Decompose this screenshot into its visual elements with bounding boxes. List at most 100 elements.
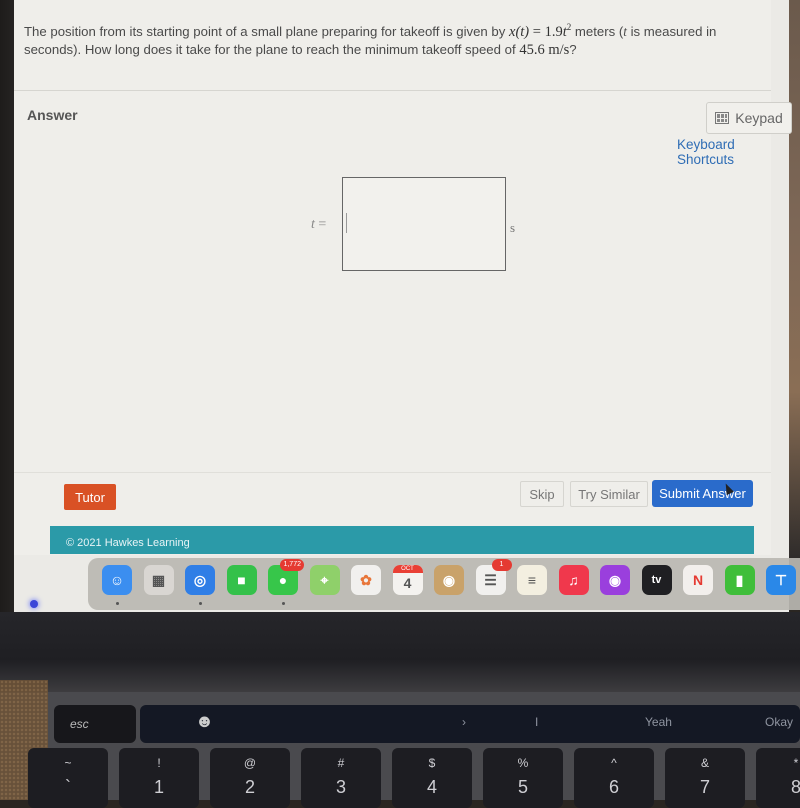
- esc-key[interactable]: esc: [54, 705, 136, 743]
- answer-equals: =: [314, 217, 327, 232]
- text-caret: [346, 213, 347, 233]
- touchbar-suggestion[interactable]: I: [535, 715, 538, 729]
- copyright-text: © 2021 Hawkes Learning: [66, 537, 190, 549]
- key-8[interactable]: * 8: [756, 748, 800, 808]
- photos-icon: ✿: [360, 571, 372, 588]
- key-shift-symbol: #: [337, 756, 345, 770]
- touchbar-suggestion[interactable]: Yeah: [645, 715, 672, 729]
- dock-item-podcasts[interactable]: ◉: [600, 565, 630, 595]
- formula-lhs: x(t): [509, 23, 530, 40]
- key-symbol: 3: [335, 777, 346, 797]
- facetime-icon: ■: [237, 572, 246, 588]
- answer-input[interactable]: [342, 177, 506, 271]
- dock-item-contacts[interactable]: ◉: [434, 565, 464, 595]
- maps-icon: ⌖: [320, 571, 329, 588]
- answer-unit: s: [510, 220, 516, 235]
- keypad-button[interactable]: Keypad: [706, 102, 792, 134]
- keypad-label: Keypad: [735, 110, 783, 126]
- key-symbol: 8: [790, 777, 800, 797]
- key-`[interactable]: ~ `: [28, 748, 108, 808]
- key-symbol: 4: [426, 777, 437, 797]
- key-2[interactable]: @2: [210, 748, 290, 808]
- answer-heading: Answer: [27, 107, 78, 123]
- notification-badge: 1: [491, 559, 512, 571]
- hawkes-question-page: The position from its starting point of …: [14, 0, 792, 555]
- answer-variable-label: t =: [311, 217, 326, 233]
- finder-icon: ☺: [109, 572, 125, 588]
- indicator-light: [30, 600, 38, 608]
- submit-answer-button[interactable]: Submit Answer: [652, 480, 753, 507]
- dock-item-reminders[interactable]: ☰ 1: [475, 559, 512, 595]
- touchbar-suggestion[interactable]: Okay: [765, 715, 793, 729]
- dock-item-maps[interactable]: ⌖: [309, 565, 340, 595]
- keyboard-shortcuts-link[interactable]: Keyboard Shortcuts: [677, 137, 771, 167]
- dock-item-messages[interactable]: ● 1,772: [268, 559, 304, 595]
- try-similar-button[interactable]: Try Similar: [570, 481, 648, 507]
- question-text-part: meters (: [571, 23, 624, 39]
- numbers-icon: ▮: [735, 571, 744, 588]
- key-symbol: 7: [699, 777, 710, 797]
- dock-item-launchpad[interactable]: ▦: [143, 565, 174, 595]
- tutor-button[interactable]: Tutor: [64, 484, 116, 510]
- formula-equals: =: [529, 23, 545, 40]
- key-shift-symbol: ^: [611, 756, 617, 770]
- notification-badge: 1,772: [280, 559, 304, 571]
- key-symbol: 2: [244, 777, 255, 797]
- launchpad-icon: ▦: [151, 571, 166, 588]
- podcasts-icon: ◉: [608, 571, 622, 588]
- emoji-icon[interactable]: ☻: [195, 711, 214, 732]
- key-shift-symbol: &: [700, 756, 709, 770]
- skip-button[interactable]: Skip: [520, 481, 564, 507]
- key-shift-symbol: !: [157, 756, 161, 770]
- question-text-part: ?: [569, 41, 577, 57]
- touch-bar[interactable]: ☻ › I Yeah Okay: [140, 705, 800, 743]
- macos-dock: ☺ ▦ ◎ ■ ● 1,772 ⌖ ✿ 4 OCT ◉ ☰ 1 ≡ ♫ ◉ tv N ▮ ⊤: [88, 558, 800, 610]
- dock-item-tv[interactable]: tv: [641, 565, 672, 595]
- key-5[interactable]: % 5: [483, 748, 563, 808]
- key-3[interactable]: #3: [301, 748, 381, 808]
- question-text-part: The position from its starting point of …: [24, 23, 510, 39]
- calendar-month: OCT: [392, 565, 423, 573]
- laptop-screen: The position from its starting point of …: [14, 0, 792, 612]
- section-divider: [14, 90, 771, 91]
- key-symbol: 5: [517, 777, 528, 797]
- key-1[interactable]: ! 1: [119, 748, 199, 808]
- running-indicator: [282, 602, 285, 605]
- dock-item-news[interactable]: N: [683, 565, 713, 595]
- laptop-bezel-bottom: [0, 612, 800, 692]
- dock-item-photos[interactable]: ✿: [351, 565, 381, 595]
- touchbar-suggestion[interactable]: ›: [462, 715, 466, 729]
- key-shift-symbol: $: [428, 756, 436, 770]
- dock-item-finder[interactable]: ☺: [102, 565, 132, 595]
- music-icon: ♫: [568, 572, 579, 588]
- action-bar-divider: [14, 472, 771, 473]
- contacts-icon: ◉: [442, 571, 456, 588]
- safari-icon: ◎: [193, 571, 207, 588]
- key-symbol: 6: [608, 777, 619, 797]
- reminders-icon: ☰: [484, 571, 497, 588]
- key-symbol: 1: [153, 777, 164, 797]
- key-shift-symbol: ~: [64, 756, 72, 770]
- dock-item-safari[interactable]: ◎: [185, 565, 215, 595]
- takeoff-speed: 45.6 m/s: [519, 41, 570, 58]
- messages-icon: ●: [278, 572, 288, 588]
- news-icon: N: [692, 572, 704, 588]
- dock-item-music[interactable]: ♫: [558, 565, 589, 595]
- keynote-icon: ⊤: [774, 571, 788, 588]
- key-4[interactable]: $4: [392, 748, 472, 808]
- key-shift-symbol: %: [517, 756, 529, 770]
- formula-coefficient: 1.9: [544, 23, 563, 40]
- running-indicator: [199, 602, 202, 605]
- dock-item-numbers[interactable]: ▮: [724, 565, 755, 595]
- dock-item-facetime[interactable]: ■: [226, 565, 257, 595]
- key-7[interactable]: & 7: [665, 748, 745, 808]
- key-symbol: `: [65, 777, 71, 797]
- key-6[interactable]: ^ 6: [574, 748, 654, 808]
- key-shift-symbol: *: [793, 756, 799, 770]
- question-text: The position from its starting point of …: [24, 18, 764, 59]
- notes-icon: ≡: [527, 572, 537, 588]
- dock-item-notes[interactable]: ≡: [517, 565, 547, 595]
- dock-item-keynote[interactable]: ⊤: [766, 565, 796, 595]
- keypad-icon: [715, 112, 730, 124]
- dock-item-calendar[interactable]: 4 OCT: [392, 565, 423, 595]
